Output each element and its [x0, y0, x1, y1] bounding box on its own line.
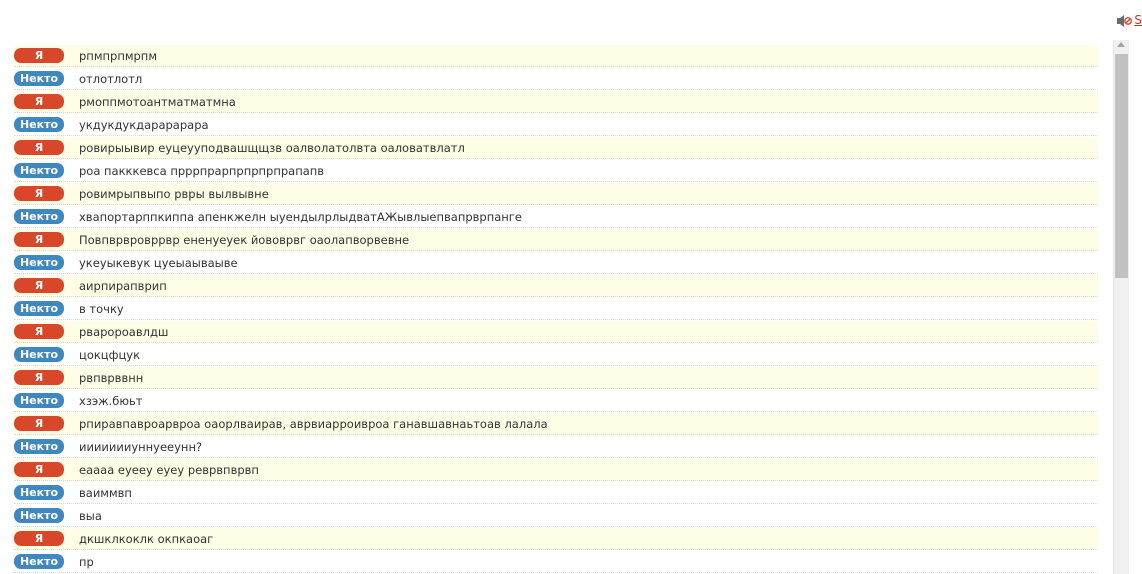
speaker-muted-icon[interactable] [1116, 13, 1133, 27]
sender-badge-stranger: Некто [14, 71, 64, 86]
sender-badge-me: Я [14, 462, 64, 477]
sender-badge-stranger: Некто [14, 117, 64, 132]
message-text: пр [79, 554, 94, 569]
chat-message-row: Некто укеуыкевук цуеыаываыве [14, 252, 1098, 274]
chat-message-row: Ядкшклкоклк окпкаоаг [14, 528, 1098, 550]
message-text: ровимрыпвыпо рвры вылвывне [79, 186, 269, 201]
chat-message-row: Некто цокцфцук [14, 344, 1098, 366]
chat-message-row: Я Повпврвровррвр ененуеуек йововрвг оаола… [14, 229, 1098, 251]
chat-message-row: Ярпмпрпмрпм [14, 45, 1098, 67]
message-text: рпиравпавроарвроа оаорлваирав, аврвиарро… [79, 416, 548, 431]
message-text: цокцфцук [79, 347, 141, 362]
sender-badge-stranger: Некто [14, 485, 64, 500]
chat-message-row: Ярпиравпавроарвроа оаорлваирав, аврвиарр… [14, 413, 1098, 435]
chat-message-row: Некто выа [14, 505, 1098, 527]
sender-badge-me: Я [14, 278, 64, 293]
sender-badge-me: Я [14, 416, 64, 431]
sender-badge-stranger: Некто [14, 255, 64, 270]
chat-message-row: Некто иииииииуннуееунн? [14, 436, 1098, 458]
sender-badge-stranger: Некто [14, 393, 64, 408]
sender-badge-stranger: Некто [14, 163, 64, 178]
chat-message-row: Яеаааа еуееу еуеу реврвпврвп [14, 459, 1098, 481]
message-text: рмоппмотоантматматмна [79, 94, 236, 109]
chat-message-log[interactable]: Ярпмпрпмрпм Некто отлотлотл Ярмоппмотоантма… [14, 45, 1098, 574]
chat-message-row: Некто хзэж.бюьт [14, 390, 1098, 412]
chat-message-row: Некто укдукдукдарарарара [14, 114, 1098, 136]
scrollbar-thumb[interactable] [1115, 54, 1128, 278]
chat-message-row: Ярмоппмотоантматматмна [14, 91, 1098, 113]
message-text: хзэж.бюьт [79, 393, 143, 408]
sender-badge-stranger: Некто [14, 439, 64, 454]
message-text: хвапортарппкиппа апенкжелн ыуендылрлыдва… [79, 209, 522, 224]
sender-badge-me: Я [14, 186, 64, 201]
toolbar-link[interactable]: S [1134, 13, 1142, 27]
scroll-up-arrow-icon[interactable] [1117, 42, 1125, 47]
chat-message-row: Ярвпврввнн [14, 367, 1098, 389]
chat-message-row: Яровимрыпвыпо рвры вылвывне [14, 183, 1098, 205]
sender-badge-me: Я [14, 370, 64, 385]
chat-message-row: Ярваророавлдш [14, 321, 1098, 343]
sender-badge-me: Я [14, 48, 64, 63]
message-text: выа [79, 508, 102, 523]
message-text: иииииииуннуееунн? [79, 439, 203, 454]
chat-message-row: Яровирыывир еуцеууподвашщщзв оалволатолв… [14, 137, 1098, 159]
message-text: отлотлотл [79, 71, 143, 86]
sender-badge-me: Я [14, 324, 64, 339]
message-text: укеуыкевук цуеыаываыве [79, 255, 238, 270]
chat-message-row: Яаирпирапврип [14, 275, 1098, 297]
chat-message-row: Некто пр [14, 551, 1098, 573]
sender-badge-me: Я [14, 140, 64, 155]
sender-badge-me: Я [14, 94, 64, 109]
chat-message-row: Некто ваиммвп [14, 482, 1098, 504]
message-text: рваророавлдш [79, 324, 169, 339]
sender-badge-stranger: Некто [14, 209, 64, 224]
chat-scrollbar[interactable] [1113, 40, 1129, 574]
chat-message-row: Некто хвапортарппкиппа апенкжелн ыуендылр… [14, 206, 1098, 228]
message-text: роа пакккевса прррпрарпрпрпрпрапапв [79, 163, 325, 178]
chat-message-row: Некто роа пакккевса прррпрарпрпрпрпрапапв [14, 160, 1098, 182]
chat-message-row: Некто отлотлотл [14, 68, 1098, 90]
sender-badge-me: Я [14, 232, 64, 247]
message-text: рвпврввнн [79, 370, 144, 385]
top-toolbar: S [1116, 12, 1142, 28]
message-text: в точку [79, 301, 124, 316]
message-text: укдукдукдарарарара [79, 117, 209, 132]
message-text: дкшклкоклк окпкаоаг [79, 531, 214, 546]
message-text: ваиммвп [79, 485, 132, 500]
chat-message-row: Некто в точку [14, 298, 1098, 320]
sender-badge-stranger: Некто [14, 508, 64, 523]
sender-badge-stranger: Некто [14, 301, 64, 316]
message-text: еаааа еуееу еуеу реврвпврвп [79, 462, 259, 477]
sender-badge-me: Я [14, 531, 64, 546]
message-text: аирпирапврип [79, 278, 167, 293]
chat-page: S Ярпмпрпмрпм Некто отлотлотл Ярмоппмотоант… [0, 0, 1142, 574]
message-text: рпмпрпмрпм [79, 48, 158, 63]
sender-badge-stranger: Некто [14, 554, 64, 569]
sender-badge-stranger: Некто [14, 347, 64, 362]
message-text: ровирыывир еуцеууподвашщщзв оалволатолвт… [79, 140, 465, 155]
message-text: Повпврвровррвр ененуеуек йововрвг оаолап… [79, 232, 410, 247]
